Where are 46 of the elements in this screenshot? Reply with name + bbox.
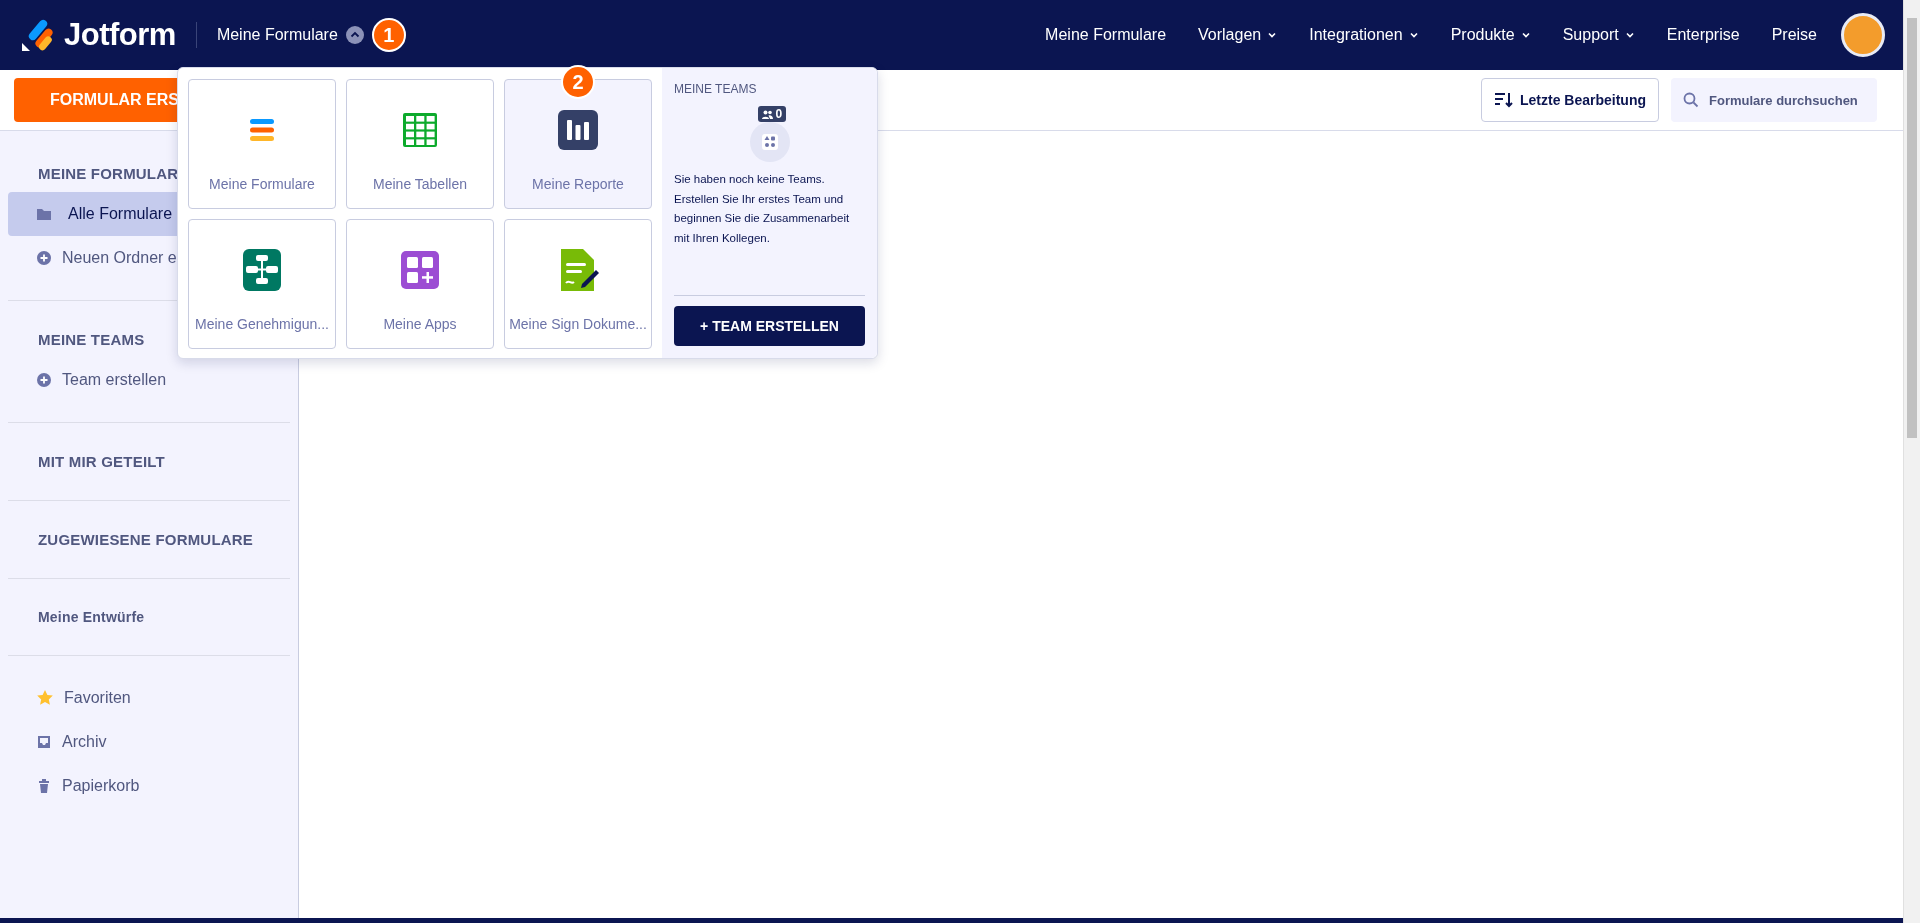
avatar[interactable] (1841, 13, 1885, 57)
nav-link[interactable]: Produkte (1450, 26, 1531, 44)
app-tile[interactable]: Meine Tabellen (346, 79, 494, 209)
sidebar-heading[interactable]: ZUGEWIESENE FORMULARE (8, 521, 290, 558)
plus-icon (36, 250, 52, 266)
caret-icon (1408, 30, 1419, 40)
inbox-icon (36, 734, 52, 750)
team-icon (749, 122, 790, 162)
scrollbar[interactable] (1903, 0, 1920, 923)
nav-link[interactable]: Vorlagen (1198, 26, 1278, 44)
nav-link[interactable]: Integrationen (1309, 26, 1419, 44)
app-tile[interactable]: Meine Apps (346, 219, 494, 349)
create-team-button[interactable]: + TEAM ERSTELLEN (674, 306, 865, 346)
sidebar-item[interactable]: Archiv (8, 720, 290, 764)
step-badge: 1 (371, 18, 406, 52)
teams-heading: MEINE TEAMS (674, 82, 758, 96)
nav-link[interactable]: Support (1562, 26, 1635, 44)
sort-icon (1494, 91, 1514, 109)
chevron-icon[interactable] (345, 26, 364, 44)
caret-icon (1624, 30, 1635, 40)
sidebar-item[interactable]: Papierkorb (8, 764, 290, 808)
star-icon (36, 689, 54, 707)
app-tile[interactable]: Meine Genehmigun... (188, 219, 336, 349)
caret-icon (1267, 30, 1278, 40)
nav-link[interactable]: Enterprise (1666, 26, 1740, 44)
logo-icon (20, 17, 56, 53)
forms-menu-button[interactable]: Meine Formulare (216, 26, 338, 44)
app-tile[interactable]: Meine Formulare (188, 79, 336, 209)
teams-description: Sie haben noch keine Teams. Erstellen Sie Ihr erstes Team und beginnen Sie die Zusammenarbeit mit Ihren Kollegen. (674, 172, 851, 246)
sidebar-item[interactable]: Team erstellen (8, 358, 290, 402)
search-field[interactable]: Formulare durchsuchen (1671, 78, 1877, 122)
team-count-badge: 0 (757, 106, 787, 122)
sidebar-heading[interactable]: Meine Entwürfe (8, 599, 290, 635)
search-icon (1683, 92, 1699, 108)
nav-link[interactable]: Meine Formulare (1045, 26, 1167, 44)
logo-text: Jotform (64, 17, 176, 53)
sidebar-item[interactable]: Favoriten (8, 676, 290, 720)
plus-icon (36, 372, 52, 388)
caret-icon (1520, 30, 1531, 40)
sort-button[interactable]: Letzte Bearbeitung (1481, 78, 1659, 122)
sidebar-heading[interactable]: MIT MIR GETEILT (8, 443, 290, 480)
people-icon (761, 109, 773, 119)
nav-link[interactable]: Preise (1771, 26, 1817, 44)
app-tile[interactable]: Meine Sign Dokume... (504, 219, 652, 349)
folder-icon (36, 206, 52, 222)
trash-icon (36, 778, 52, 794)
